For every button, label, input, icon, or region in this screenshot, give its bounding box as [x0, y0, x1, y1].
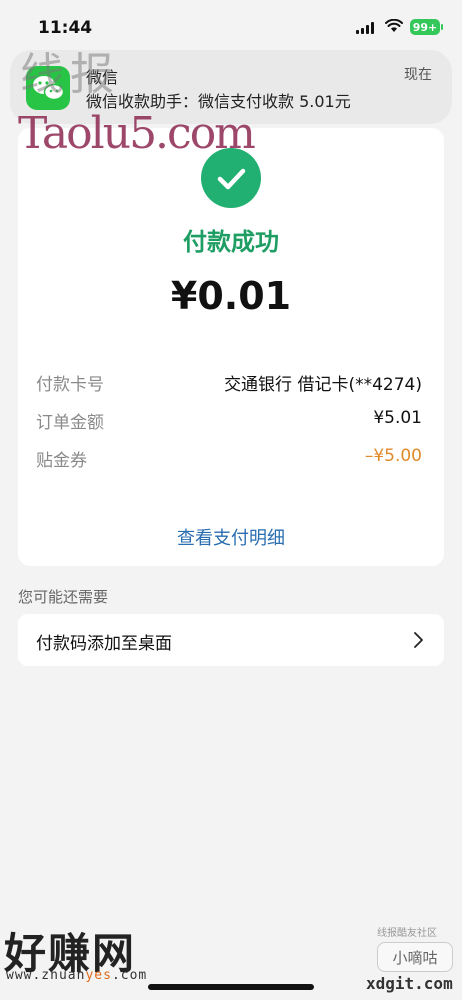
wifi-icon [385, 19, 403, 32]
watermark-xdg-url: xdgit.com [366, 974, 453, 993]
row-label: 贴金券 [36, 451, 87, 471]
payment-result-card: 付款成功 ¥0.01 付款卡号 交通银行 借记卡(**4274) 订单金额 ¥5… [18, 128, 444, 566]
chevron-right-icon [414, 632, 423, 648]
payment-status: 付款成功 [183, 228, 279, 256]
cellular-signal-icon [356, 22, 374, 34]
watermark-url-part: .com [111, 968, 148, 983]
row-value: 交通银行 借记卡(**4274) [224, 375, 422, 395]
view-payment-details-link[interactable]: 查看支付明细 [18, 524, 444, 550]
row-label: 订单金额 [36, 413, 104, 433]
battery-cap [441, 24, 443, 30]
watermark-url-part: yes [85, 968, 112, 983]
watermark-taolu5: Taolu5.com [18, 108, 256, 159]
watermark-xdg-caption: 线报酷友社区 [377, 928, 437, 939]
battery-icon: 99+ [410, 19, 440, 35]
payment-amount: ¥0.01 [170, 274, 292, 318]
row-value-discount: –¥5.00 [364, 446, 422, 466]
home-indicator[interactable] [148, 984, 314, 990]
row-order-amount: 订单金额 ¥5.01 [36, 408, 422, 433]
row-card-number: 付款卡号 交通银行 借记卡(**4274) [36, 370, 422, 395]
watermark-xdg-badge-text: 小嘀咕 [392, 948, 438, 967]
battery-level: 99+ [412, 20, 438, 34]
list-item-label: 付款码添加至桌面 [36, 634, 172, 654]
row-label: 付款卡号 [36, 375, 104, 395]
watermark-xianbao: 线报 [20, 49, 120, 100]
notification-time: 现在 [404, 67, 432, 83]
watermark-url-part: www.zhuan [6, 968, 86, 983]
watermark-haozhuan-url: www.zhuanyes.com [6, 968, 147, 983]
status-time: 11:44 [38, 18, 93, 38]
suggestions-heading: 您可能还需要 [18, 588, 109, 606]
watermark-xdg-badge: 小嘀咕 [377, 942, 453, 972]
row-value: ¥5.01 [373, 408, 422, 428]
add-payment-code-to-desktop-item[interactable]: 付款码添加至桌面 [18, 614, 444, 666]
row-coupon: 贴金券 –¥5.00 [36, 446, 422, 471]
